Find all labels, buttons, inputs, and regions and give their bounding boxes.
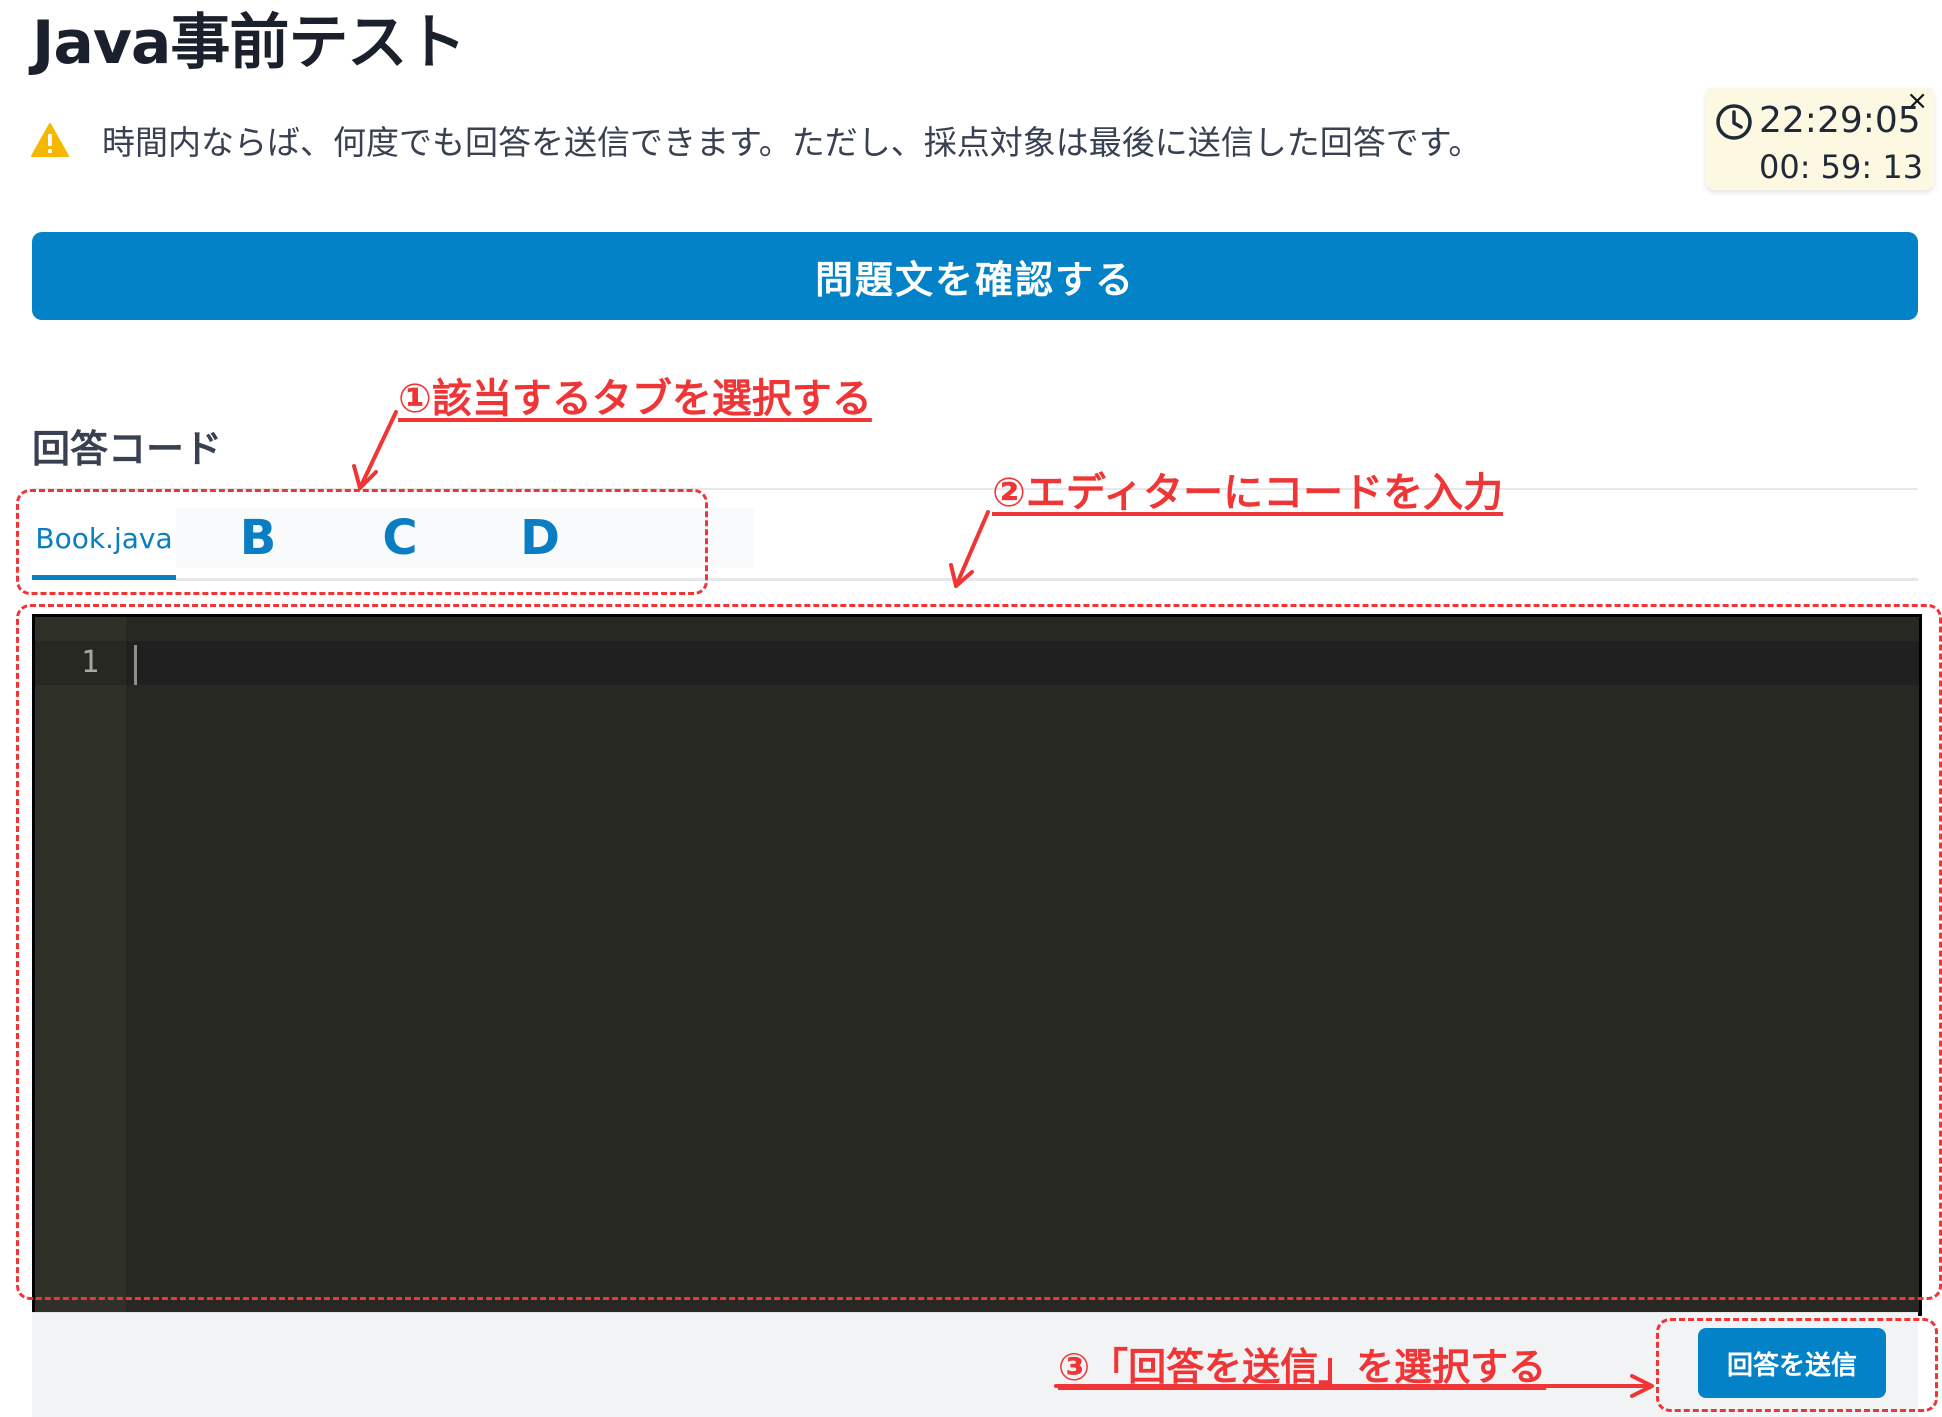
divider [32,488,1918,490]
submit-button[interactable]: 回答を送信 [1698,1328,1886,1398]
arrow-step-1 [358,410,398,490]
current-time: 22:29:05 [1759,100,1921,141]
remaining-time: 00: 59: 13 [1759,148,1924,186]
file-tabs: Book.java B C D [32,508,754,568]
annotation-step-1: ①該当するタブを選択する [398,376,872,422]
arrowhead-step-2 [949,563,974,588]
notice: 時間内ならば、何度でも回答を送信できます。ただし、採点対象は最後に送信した回答で… [30,116,1481,164]
text-cursor [134,645,137,685]
warning-icon [31,123,69,157]
line-number: 1 [80,645,99,680]
arrowhead-step-1 [352,464,378,490]
clock-icon [1716,104,1752,140]
view-problem-button[interactable]: 問題文を確認する [32,232,1918,320]
arrow-step-2 [954,510,990,588]
editor-gutter [35,617,126,1313]
tab-d[interactable]: D [492,508,588,568]
section-title: 回答コード [32,427,223,471]
page-title: Java事前テスト [32,8,466,78]
notice-text: 時間内ならば、何度でも回答を送信できます。ただし、採点対象は最後に送信した回答で… [102,123,1482,162]
tab-b[interactable]: B [210,508,306,568]
code-input[interactable] [145,641,1909,1303]
code-editor[interactable]: 1 [32,614,1922,1316]
tab-book-java[interactable]: Book.java [32,508,176,568]
tab-c[interactable]: C [352,508,448,568]
active-tab-indicator [32,575,176,580]
timer-panel: × 22:29:05 00: 59: 13 [1706,86,1934,190]
tab-track [176,578,1918,581]
submit-bar [32,1312,1918,1417]
